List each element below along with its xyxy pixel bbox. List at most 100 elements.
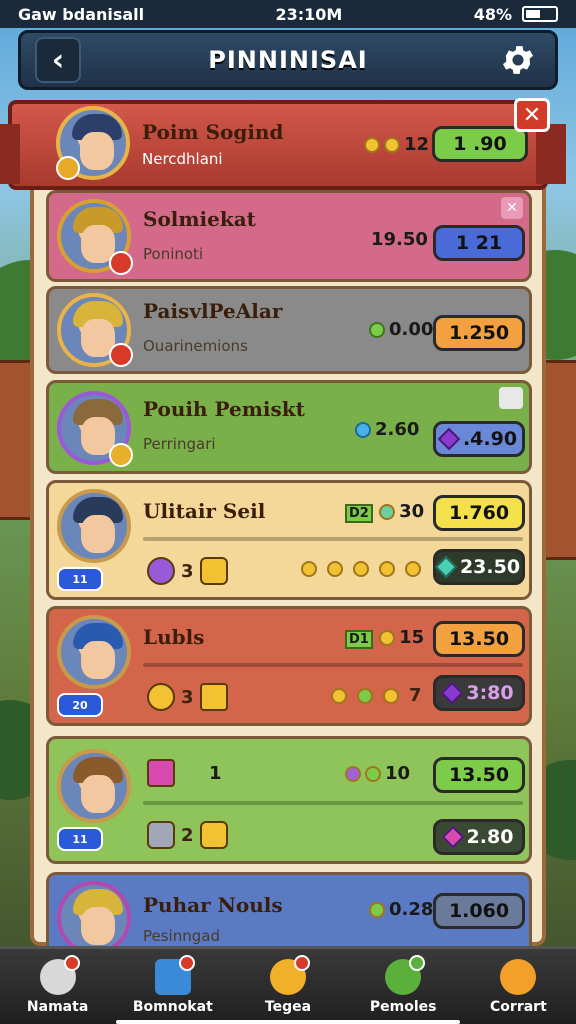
- score-pill: 1 .90: [432, 126, 528, 162]
- badge-icon: [199, 821, 228, 849]
- back-button[interactable]: ‹: [35, 37, 81, 83]
- leaderboard-row[interactable]: PaisvlPeAlar Ouarinemions 0.00 1.250: [46, 286, 532, 374]
- leaderboard-row[interactable]: 20 Lubls D1 15 13.50 3 7 3:80: [46, 606, 532, 726]
- carrier-label: Gaw bdanisall: [18, 4, 145, 24]
- bottom-nav: Namata Bomnokat Tegea Pemoles Corrart: [0, 946, 576, 1024]
- tab-tegea[interactable]: Tegea: [230, 949, 345, 1024]
- shield-icon: [147, 821, 175, 849]
- player-name: PaisvlPeAlar: [143, 299, 283, 323]
- rank-badge: [109, 251, 133, 275]
- item-slot: [147, 759, 175, 787]
- avatar: [57, 881, 131, 955]
- score-value: 12: [364, 134, 429, 155]
- avatar: [57, 749, 131, 823]
- dismiss-icon[interactable]: ✕: [501, 197, 523, 219]
- rank-badge: [109, 343, 133, 367]
- score-pill: 1.760: [433, 495, 525, 531]
- secondary-pill: 23.50: [433, 549, 525, 585]
- item-slot: 3: [147, 683, 228, 711]
- gem-icon: [385, 954, 426, 995]
- top-bar: ‹ PINNINISAI: [18, 30, 558, 90]
- leaderboard-row[interactable]: Pouih Pemiskt Perringari 2.60 .4.90: [46, 380, 532, 474]
- leaderboard-row[interactable]: 11 Ulitair Seil D2 30 1.760 3 23.50: [46, 480, 532, 600]
- score-pill: .4.90: [433, 421, 525, 457]
- refresh-icon[interactable]: [499, 387, 523, 409]
- score-pill: 1.060: [433, 893, 525, 929]
- coin-icon: [364, 137, 380, 153]
- profile-icon: [39, 954, 80, 995]
- tab-bomnokat[interactable]: Bomnokat: [115, 949, 230, 1024]
- tab-pemoles[interactable]: Pemoles: [346, 949, 461, 1024]
- shop-icon: [270, 954, 310, 995]
- level-badge: 11: [57, 827, 103, 851]
- reward-icons: 7: [331, 685, 422, 706]
- gem-icon: [355, 422, 371, 438]
- chevron-left-icon: ‹: [51, 42, 65, 78]
- status-bar: Gaw bdanisall 23:10M 48%: [0, 0, 576, 28]
- star-icon: [147, 759, 175, 787]
- leaderboard-row[interactable]: 11 1 10 13.50 2 2.80: [46, 736, 532, 864]
- player-subtitle: Perringari: [143, 435, 216, 453]
- battery-percent: 48%: [473, 4, 512, 24]
- home-icon: [154, 954, 195, 995]
- battery-icon: [522, 6, 558, 22]
- level-badge: 20: [57, 693, 103, 717]
- medal-icon: [147, 683, 175, 711]
- coin-icon: [500, 958, 537, 995]
- player-name: Solmiekat: [143, 207, 256, 231]
- page-title: PINNINISAI: [208, 46, 368, 74]
- score-value: D1 15: [345, 627, 424, 649]
- rank-badge: [56, 156, 80, 180]
- level-badge: 11: [57, 567, 103, 591]
- score-value: 0.00: [369, 319, 433, 340]
- score-value: 10: [345, 763, 410, 784]
- avatar: [57, 615, 131, 689]
- rank-value: 1: [209, 763, 222, 784]
- score-value: 2.60: [355, 419, 419, 440]
- settings-button[interactable]: [495, 37, 541, 83]
- score-value: 0.28: [369, 899, 433, 920]
- orb-icon: [147, 557, 175, 585]
- tab-namata[interactable]: Namata: [0, 949, 115, 1024]
- coin-icon: [379, 504, 396, 520]
- leaderboard-row[interactable]: Solmiekat Poninoti 19.50 1 21 ✕: [46, 190, 532, 282]
- tab-corrart[interactable]: Corrart: [461, 949, 576, 1024]
- score-value: D2 30: [345, 501, 424, 523]
- score-pill: 13.50: [433, 757, 525, 793]
- reward-icons: [301, 561, 425, 577]
- score-value: 19.50: [371, 229, 428, 250]
- gem-icon: [441, 825, 464, 849]
- player-name: Poim Sogind: [142, 120, 284, 144]
- gem-icon: [441, 681, 464, 705]
- secondary-pill: 3:80: [433, 675, 525, 711]
- score-pill: 13.50: [433, 621, 525, 657]
- item-slot: 2: [147, 821, 228, 849]
- gem-icon: [437, 427, 461, 451]
- gear-icon: [502, 46, 534, 74]
- clock: 23:10M: [275, 4, 343, 24]
- badge-icon: [199, 557, 228, 585]
- gem-icon: [434, 555, 458, 579]
- close-button[interactable]: ✕: [514, 98, 550, 132]
- player-name: Puhar Nouls: [143, 893, 283, 917]
- leaderboard-row-top[interactable]: Poim Sogind Nercdhlani 12 1 .90: [0, 100, 566, 190]
- item-slot: 3: [147, 557, 228, 585]
- score-pill: 1 21: [433, 225, 525, 261]
- coin-icon: [379, 630, 396, 646]
- player-name: Pouih Pemiskt: [143, 397, 305, 421]
- player-subtitle: Pesinngad: [143, 927, 220, 945]
- avatar: [57, 489, 131, 563]
- star-icon: [199, 683, 228, 711]
- leaderboard-row[interactable]: Puhar Nouls Pesinngad 0.28 1.060: [46, 872, 532, 955]
- player-subtitle: Ouarinemions: [143, 337, 248, 355]
- coin-icon: [384, 137, 400, 153]
- player-name: Lubls: [143, 625, 205, 649]
- score-pill: 1.250: [433, 315, 525, 351]
- player-subtitle: Poninoti: [143, 245, 204, 263]
- coin-icon: [369, 322, 385, 338]
- home-indicator: [116, 1020, 460, 1024]
- player-subtitle: Nercdhlani: [142, 150, 223, 168]
- star-badge: [109, 443, 133, 467]
- secondary-pill: 2.80: [433, 819, 525, 855]
- close-icon: ✕: [522, 102, 542, 128]
